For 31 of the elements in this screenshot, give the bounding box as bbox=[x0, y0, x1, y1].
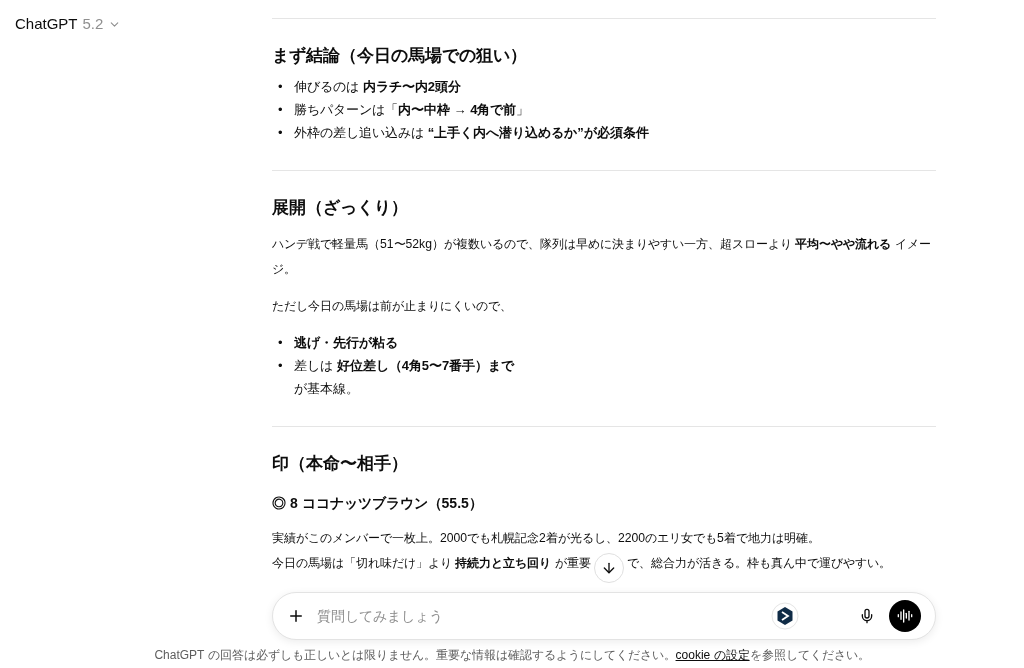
bullet: • bbox=[278, 77, 283, 96]
paragraph: 実績がこのメンバーで一枚上。2000でも札幌記念2着が光るし、2200のエリ女でも5着で地力は明確。 bbox=[272, 529, 820, 547]
microphone-icon[interactable] bbox=[859, 608, 875, 624]
list-item-text: 勝ちパターンは「内〜中枠 → 4角で前」 bbox=[294, 101, 530, 117]
subheading: ◎ 8 ココナッツブラウン（55.5） bbox=[272, 493, 484, 513]
paragraph: で、総合力が活きる。枠も真ん中で運びやすい。 bbox=[626, 554, 891, 572]
model-title[interactable]: ChatGPT bbox=[15, 13, 78, 36]
bullet: • bbox=[278, 123, 283, 142]
list-item-text: 逃げ・先行が粘る bbox=[294, 335, 398, 350]
list-item-text: 伸びるのは 内ラチ〜内2頭分 bbox=[294, 78, 461, 94]
cookie-settings-link[interactable]: cookie の設定 bbox=[675, 648, 750, 662]
message-input[interactable]: 質問してみましょう bbox=[317, 605, 771, 627]
disclaimer-text: ChatGPT の回答は必ずしも正しいとは限りません。重要な情報は確認するようにしてください。cookie の設定を参照してください。 bbox=[153, 647, 871, 664]
message-field[interactable]: 質問してみましょう bbox=[272, 592, 936, 640]
scroll-down-button[interactable] bbox=[593, 552, 624, 583]
list-item-text: が基本線。 bbox=[294, 381, 359, 396]
bullet: • bbox=[278, 357, 283, 375]
bullet: • bbox=[278, 334, 283, 352]
list-item-text: 差しは 好位差し（4角5〜7番手）まで bbox=[294, 358, 515, 373]
extension-icon[interactable] bbox=[771, 602, 799, 630]
paragraph: 今日の馬場は「切れ味だけ」より 持続力と立ち回り が重要 bbox=[272, 554, 591, 572]
voice-button[interactable] bbox=[889, 600, 921, 632]
section-heading: 展開（ざっくり） bbox=[272, 196, 409, 219]
list-item-text: 外枠の差し追い込みは “上手く内へ潜り込めるか”が必須条件 bbox=[294, 124, 649, 140]
paragraph: ハンデ戦で軽量馬（51〜52kg）が複数いるので、隊列は早めに決まりやすい一方、超スローより 平均〜やや流れる イメージ。 bbox=[272, 236, 932, 278]
bullet: • bbox=[278, 100, 283, 119]
section-heading: まず結論（今日の馬場での狙い） bbox=[272, 45, 528, 67]
section-heading: 印（本命〜相手） bbox=[272, 453, 409, 475]
plus-icon[interactable] bbox=[287, 607, 305, 625]
waveform-icon bbox=[897, 608, 913, 624]
paragraph: ただし今日の馬場は前が止まりにくいので、 bbox=[272, 298, 512, 315]
